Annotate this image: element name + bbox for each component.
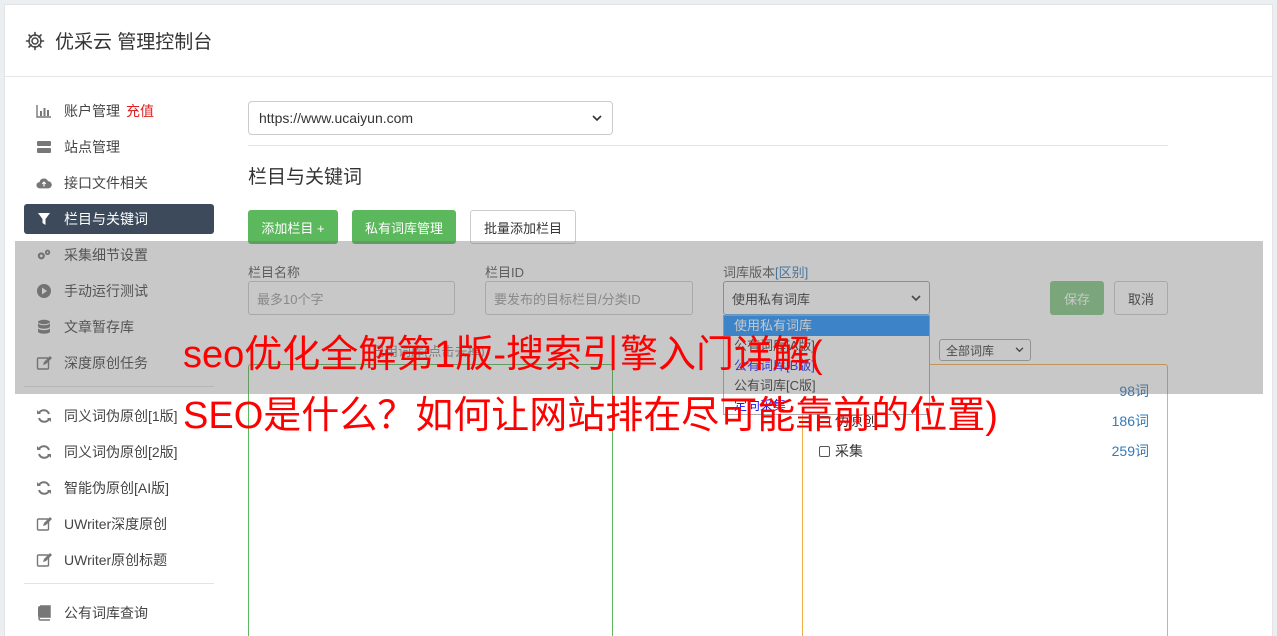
sidebar-item-label: 智能伪原创[AI版] bbox=[64, 480, 170, 496]
sidebar-item-label: UWriter深度原创 bbox=[64, 516, 168, 532]
lib-name-text: 采集 bbox=[835, 443, 863, 459]
sidebar-item-label: 站点管理 bbox=[64, 139, 120, 155]
gear-icon bbox=[25, 31, 45, 50]
sidebar-item-label: UWriter原创标题 bbox=[64, 552, 168, 568]
cloud-upload-icon bbox=[36, 175, 52, 191]
sidebar-item-label: 公有词库查询 bbox=[64, 605, 148, 621]
edit-icon bbox=[36, 516, 52, 532]
section-title: 栏目与关键词 bbox=[248, 167, 363, 188]
sidebar-item-label: 接口文件相关 bbox=[64, 175, 148, 191]
filter-icon bbox=[36, 211, 52, 227]
refresh-icon bbox=[36, 444, 52, 460]
batch-add-button[interactable]: 批量添加栏目 bbox=[470, 210, 576, 244]
divider bbox=[248, 145, 1168, 146]
sidebar-item-uwriter-title[interactable]: UWriter原创标题 bbox=[24, 545, 214, 575]
book-icon bbox=[36, 605, 52, 621]
sidebar-item-synonym-v2[interactable]: 同义词伪原创[2版] bbox=[24, 437, 214, 467]
bar-chart-icon bbox=[36, 103, 52, 119]
refresh-icon bbox=[36, 480, 52, 496]
private-lib-button[interactable]: 私有词库管理 bbox=[352, 210, 456, 244]
sidebar-item-columns-keywords[interactable]: 栏目与关键词 bbox=[24, 204, 214, 234]
sidebar-item-uwriter-deep[interactable]: UWriter深度原创 bbox=[24, 509, 214, 539]
server-icon bbox=[36, 139, 52, 155]
headline-line-2: SEO是什么？如何让网站排在尽可能靠前的位置) bbox=[183, 395, 998, 437]
site-select[interactable]: https://www.ucaiyun.com bbox=[248, 101, 613, 135]
console-header: 优采云 管理控制台 bbox=[5, 5, 1272, 77]
sidebar-item-account[interactable]: 账户管理 充值 bbox=[24, 96, 214, 126]
sidebar-item-label: 栏目与关键词 bbox=[64, 211, 148, 227]
recharge-link[interactable]: 充值 bbox=[126, 101, 154, 121]
sidebar-item-label: 同义词伪原创[2版] bbox=[64, 444, 178, 460]
console-title: 优采云 管理控制台 bbox=[55, 32, 213, 53]
sidebar-item-public-lib[interactable]: 公有词库查询 bbox=[24, 598, 214, 628]
lib-row[interactable]: 采集 259词 bbox=[819, 441, 1149, 461]
refresh-icon bbox=[36, 408, 52, 424]
chevron-down-icon bbox=[592, 114, 602, 121]
sidebar-divider bbox=[24, 583, 214, 584]
sidebar-item-ai-rewrite[interactable]: 智能伪原创[AI版] bbox=[24, 473, 214, 503]
checkbox[interactable] bbox=[819, 445, 830, 457]
headline-line-1: seo优化全解第1版-搜索引擎入门详解( bbox=[183, 334, 823, 376]
lib-count: 259词 bbox=[1111, 443, 1149, 459]
lib-count: 186词 bbox=[1111, 413, 1149, 429]
sidebar-item-label: 账户管理 bbox=[64, 103, 120, 119]
sidebar-item-interface-files[interactable]: 接口文件相关 bbox=[24, 168, 214, 198]
lib-name: 采集 bbox=[819, 441, 863, 461]
sidebar-item-sites[interactable]: 站点管理 bbox=[24, 132, 214, 162]
add-column-button[interactable]: 添加栏目 + bbox=[248, 210, 338, 244]
site-select-value: https://www.ucaiyun.com bbox=[259, 110, 414, 126]
edit-icon bbox=[36, 552, 52, 568]
sidebar-item-label: 同义词伪原创[1版] bbox=[64, 408, 178, 424]
